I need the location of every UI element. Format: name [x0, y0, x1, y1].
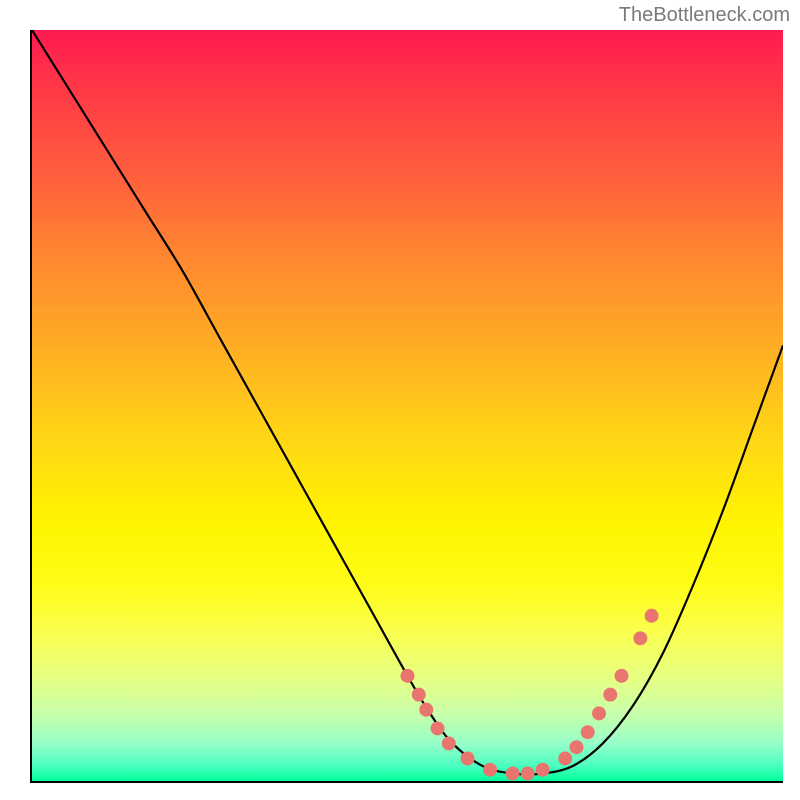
- chart-gradient-background: [32, 30, 783, 781]
- attribution-text: TheBottleneck.com: [619, 4, 790, 27]
- chart-plot-area: [30, 30, 783, 783]
